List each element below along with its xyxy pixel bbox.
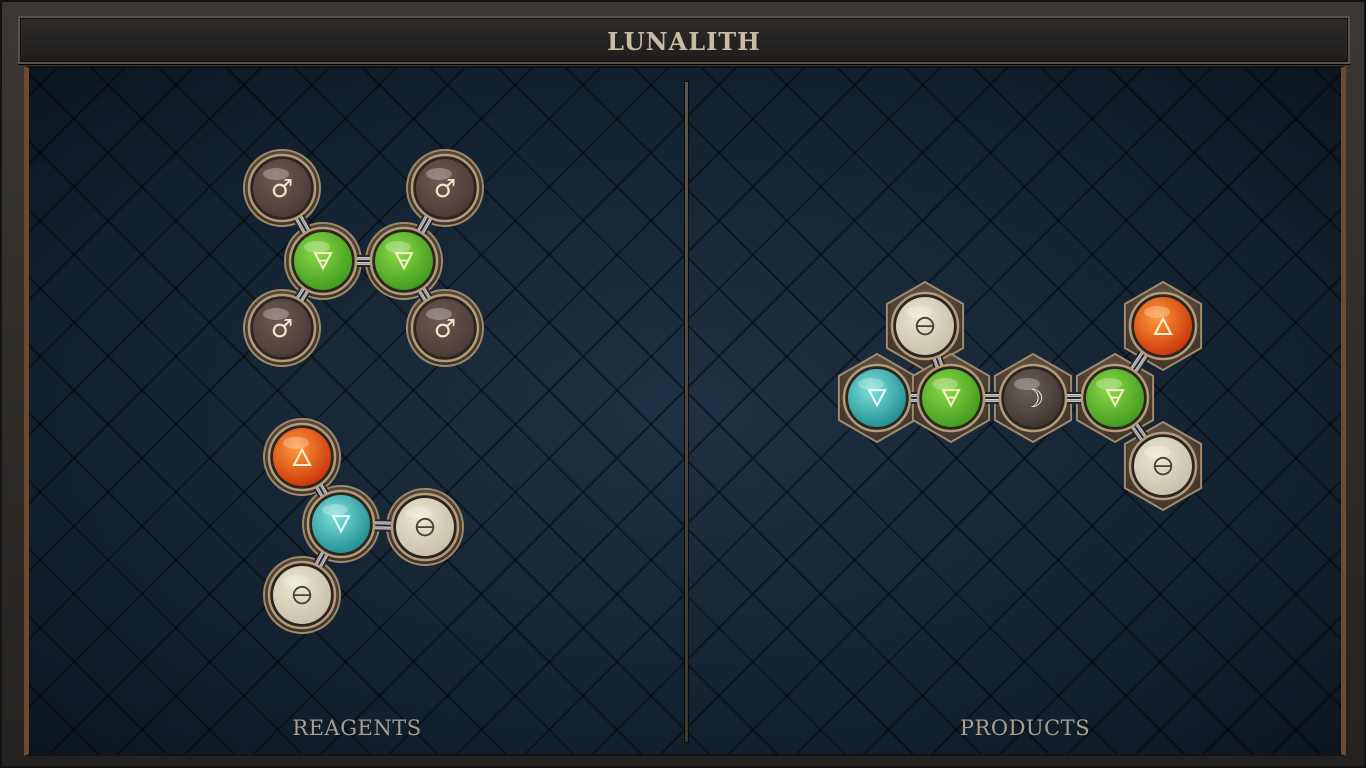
fire-atom[interactable]: 🜂 [267, 422, 337, 492]
salt-atom[interactable]: 🜔 [890, 291, 960, 361]
mars-atom[interactable]: ♂ [410, 293, 480, 363]
mars-icon: ♂ [434, 314, 456, 343]
molecule-reagents[interactable]: ♂ ♂ 🜃 🜃 ♂ ♂ [243, 149, 484, 367]
puzzle-title: LUNALITH [607, 27, 761, 56]
water-icon: 🜄 [866, 384, 888, 413]
salt-atom[interactable]: 🜔 [267, 560, 337, 630]
earth-icon: 🜃 [1104, 384, 1126, 413]
water-atom[interactable]: 🜄 [306, 489, 376, 559]
salt-atom[interactable]: 🜔 [1128, 431, 1198, 501]
water-icon: 🜄 [330, 510, 352, 539]
mars-atom[interactable]: ♂ [247, 153, 317, 223]
fire-icon: 🜂 [291, 443, 313, 472]
title-bar: LUNALITH [18, 16, 1350, 64]
earth-icon: 🜃 [940, 384, 962, 413]
mars-atom[interactable]: ♂ [410, 153, 480, 223]
salt-icon: 🜔 [291, 581, 312, 610]
puzzle-board: REAGENTS PRODUCTS ♂ ♂ 🜃 🜃 ♂ ♂ 🜂 🜄 🜔 🜔 🜔 🜄 🜃 ☽ 🜃 🜂 🜔 [24, 66, 1346, 756]
fire-atom[interactable]: 🜂 [1128, 291, 1198, 361]
earth-icon: 🜃 [312, 247, 334, 276]
mars-icon: ♂ [271, 314, 293, 343]
salt-icon: 🜔 [914, 312, 935, 341]
mars-icon: ♂ [434, 174, 456, 203]
fire-icon: 🜂 [1152, 312, 1174, 341]
molecules-canvas: ♂ ♂ 🜃 🜃 ♂ ♂ 🜂 🜄 🜔 🜔 🜔 🜄 🜃 ☽ 🜃 🜂 🜔 [243, 149, 1203, 634]
earth-icon: 🜃 [393, 247, 415, 276]
molecule-reagents[interactable]: 🜂 🜄 🜔 🜔 [263, 418, 464, 634]
mars-icon: ♂ [271, 174, 293, 203]
molecule-products[interactable]: 🜔 🜄 🜃 ☽ 🜃 🜂 🜔 [837, 280, 1203, 512]
moon-atom[interactable]: ☽ [998, 363, 1068, 433]
water-atom[interactable]: 🜄 [842, 363, 912, 433]
salt-icon: 🜔 [1152, 452, 1173, 481]
earth-atom[interactable]: 🜃 [916, 363, 986, 433]
mars-atom[interactable]: ♂ [247, 293, 317, 363]
salt-atom[interactable]: 🜔 [390, 492, 460, 562]
earth-atom[interactable]: 🜃 [369, 226, 439, 296]
earth-atom[interactable]: 🜃 [1080, 363, 1150, 433]
salt-icon: 🜔 [414, 513, 435, 542]
window-frame: LUNALITH REAGENTS PRODUCTS ♂ ♂ 🜃 🜃 ♂ ♂ 🜂 🜄 🜔 🜔 🜔 🜄 🜃… [0, 0, 1366, 768]
moon-icon: ☽ [1022, 384, 1044, 413]
earth-atom[interactable]: 🜃 [288, 226, 358, 296]
